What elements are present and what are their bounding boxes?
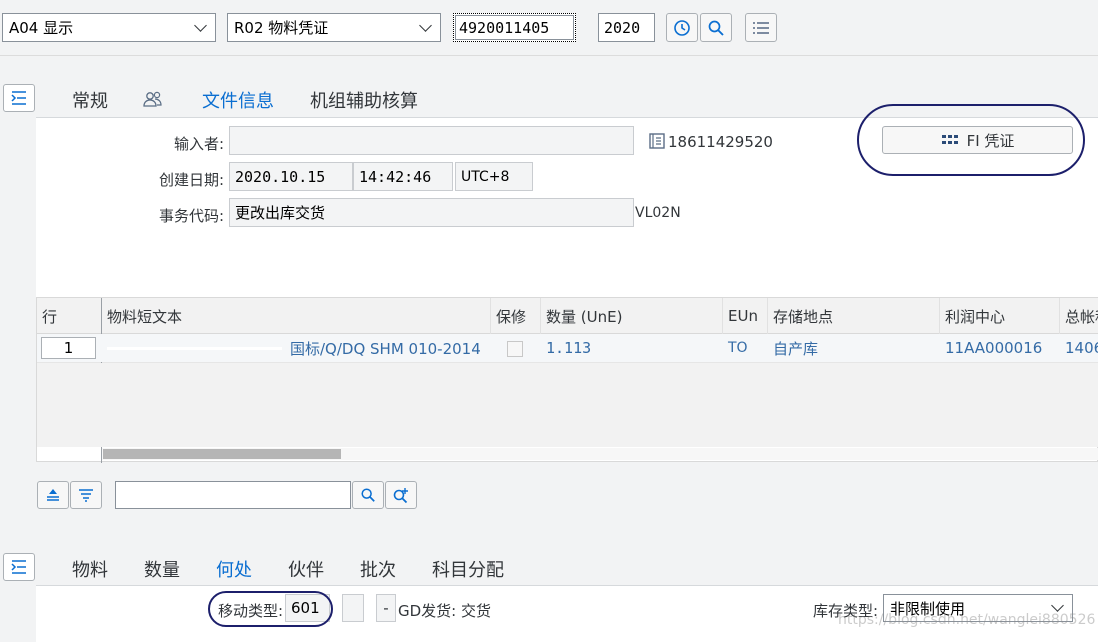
- tab-batch[interactable]: 批次: [360, 556, 396, 582]
- col-profit-center[interactable]: 利润中心: [940, 298, 1060, 334]
- created-time-field: 14:42:46: [353, 162, 453, 191]
- col-warranty[interactable]: 保修: [491, 298, 541, 334]
- action-select-value: A04 显示: [9, 19, 74, 37]
- collapse-icon: [11, 91, 26, 105]
- chevron-down-icon: [1051, 599, 1064, 612]
- year-input[interactable]: 2020: [598, 13, 655, 42]
- collapse-detail-button[interactable]: [3, 553, 35, 581]
- phone-number: 18611429520: [668, 133, 773, 151]
- tab-general[interactable]: 常规: [72, 87, 108, 113]
- tab-partner[interactable]: 伙伴: [288, 556, 324, 582]
- chevron-down-icon: [419, 18, 432, 32]
- material-text-value: 国标/Q/DQ SHM 010-2014: [290, 339, 481, 358]
- transaction-code-label: 事务代码:: [158, 207, 224, 225]
- row-unit: TO: [728, 340, 748, 356]
- table-search-input[interactable]: [115, 481, 351, 509]
- sort-ascending-button[interactable]: [37, 481, 69, 509]
- row-profit-center: 11AA000016: [945, 339, 1043, 357]
- row-gl-account: 1406: [1065, 339, 1098, 357]
- list-icon: [753, 21, 769, 34]
- redacted-text: [107, 346, 282, 350]
- timezone-field: UTC+8: [455, 162, 533, 191]
- tab-account-assignment[interactable]: 科目分配: [432, 556, 504, 582]
- scrollbar-thumb[interactable]: [103, 449, 341, 459]
- movement-description: GD发货: 交货: [398, 602, 491, 620]
- transaction-text-field: 更改出库交货: [229, 198, 634, 227]
- entered-by-label: 输入者:: [173, 135, 224, 153]
- tab-partners-icon[interactable]: [143, 90, 163, 112]
- search-plus-icon: [393, 488, 408, 504]
- annotation-circle-movement: [208, 591, 333, 627]
- minus-indicator: -: [376, 594, 396, 622]
- annotation-circle-fi: [857, 104, 1085, 176]
- list-button[interactable]: [745, 13, 777, 42]
- action-select[interactable]: A04 显示: [2, 13, 216, 42]
- document-type-select[interactable]: R02 物料凭证: [227, 13, 441, 42]
- tab-quantity[interactable]: 数量: [144, 556, 180, 582]
- phone-book-icon: [649, 133, 665, 149]
- created-date-field: 2020.10.15: [229, 162, 353, 191]
- col-line[interactable]: 行: [37, 298, 102, 334]
- filter-button[interactable]: [70, 481, 102, 509]
- items-table: 行 物料短文本 保修 数量 (UnE) EUn 存储地点 利润中心 总帐科 1 …: [36, 297, 1098, 463]
- col-unit[interactable]: EUn: [723, 298, 768, 334]
- movement-empty-field: [342, 594, 364, 622]
- empty-rows: [37, 363, 1098, 447]
- search-icon: [708, 20, 724, 36]
- entered-by-field: [229, 126, 634, 155]
- col-gl-account[interactable]: 总帐科: [1060, 298, 1098, 334]
- row-storage: 自产库: [773, 339, 819, 358]
- watermark: https://blog.csdn.net/wanglei880526: [838, 612, 1096, 628]
- search-next-button[interactable]: [385, 481, 417, 509]
- search-icon: [361, 488, 375, 502]
- history-icon: [674, 19, 690, 36]
- people-icon: [143, 91, 162, 107]
- row-line-number[interactable]: 1: [41, 337, 96, 359]
- document-number-input[interactable]: 4920011405: [453, 13, 576, 42]
- sort-ascending-icon: [47, 489, 59, 501]
- col-material-text[interactable]: 物料短文本: [102, 298, 491, 334]
- tab-material[interactable]: 物料: [72, 556, 108, 582]
- filter-icon: [79, 489, 93, 502]
- collapse-header-button[interactable]: [3, 84, 35, 112]
- warranty-checkbox[interactable]: [507, 341, 523, 357]
- row-quantity: 1.113: [546, 339, 592, 357]
- chevron-down-icon: [194, 18, 207, 32]
- col-storage[interactable]: 存储地点: [768, 298, 940, 334]
- document-type-value: R02 物料凭证: [234, 19, 329, 37]
- transaction-code: VL02N: [635, 205, 681, 221]
- search-button[interactable]: [700, 13, 732, 42]
- tab-unit-accounting[interactable]: 机组辅助核算: [310, 87, 418, 113]
- tab-file-info[interactable]: 文件信息: [202, 87, 274, 121]
- history-button[interactable]: [666, 13, 698, 42]
- table-search-button[interactable]: [352, 481, 384, 509]
- tab-where[interactable]: 何处: [216, 556, 252, 590]
- col-quantity[interactable]: 数量 (UnE): [541, 298, 723, 334]
- row-material-text: 国标/Q/DQ SHM 010-2014: [102, 334, 490, 362]
- collapse-icon: [11, 560, 26, 574]
- created-date-label: 创建日期:: [158, 171, 224, 189]
